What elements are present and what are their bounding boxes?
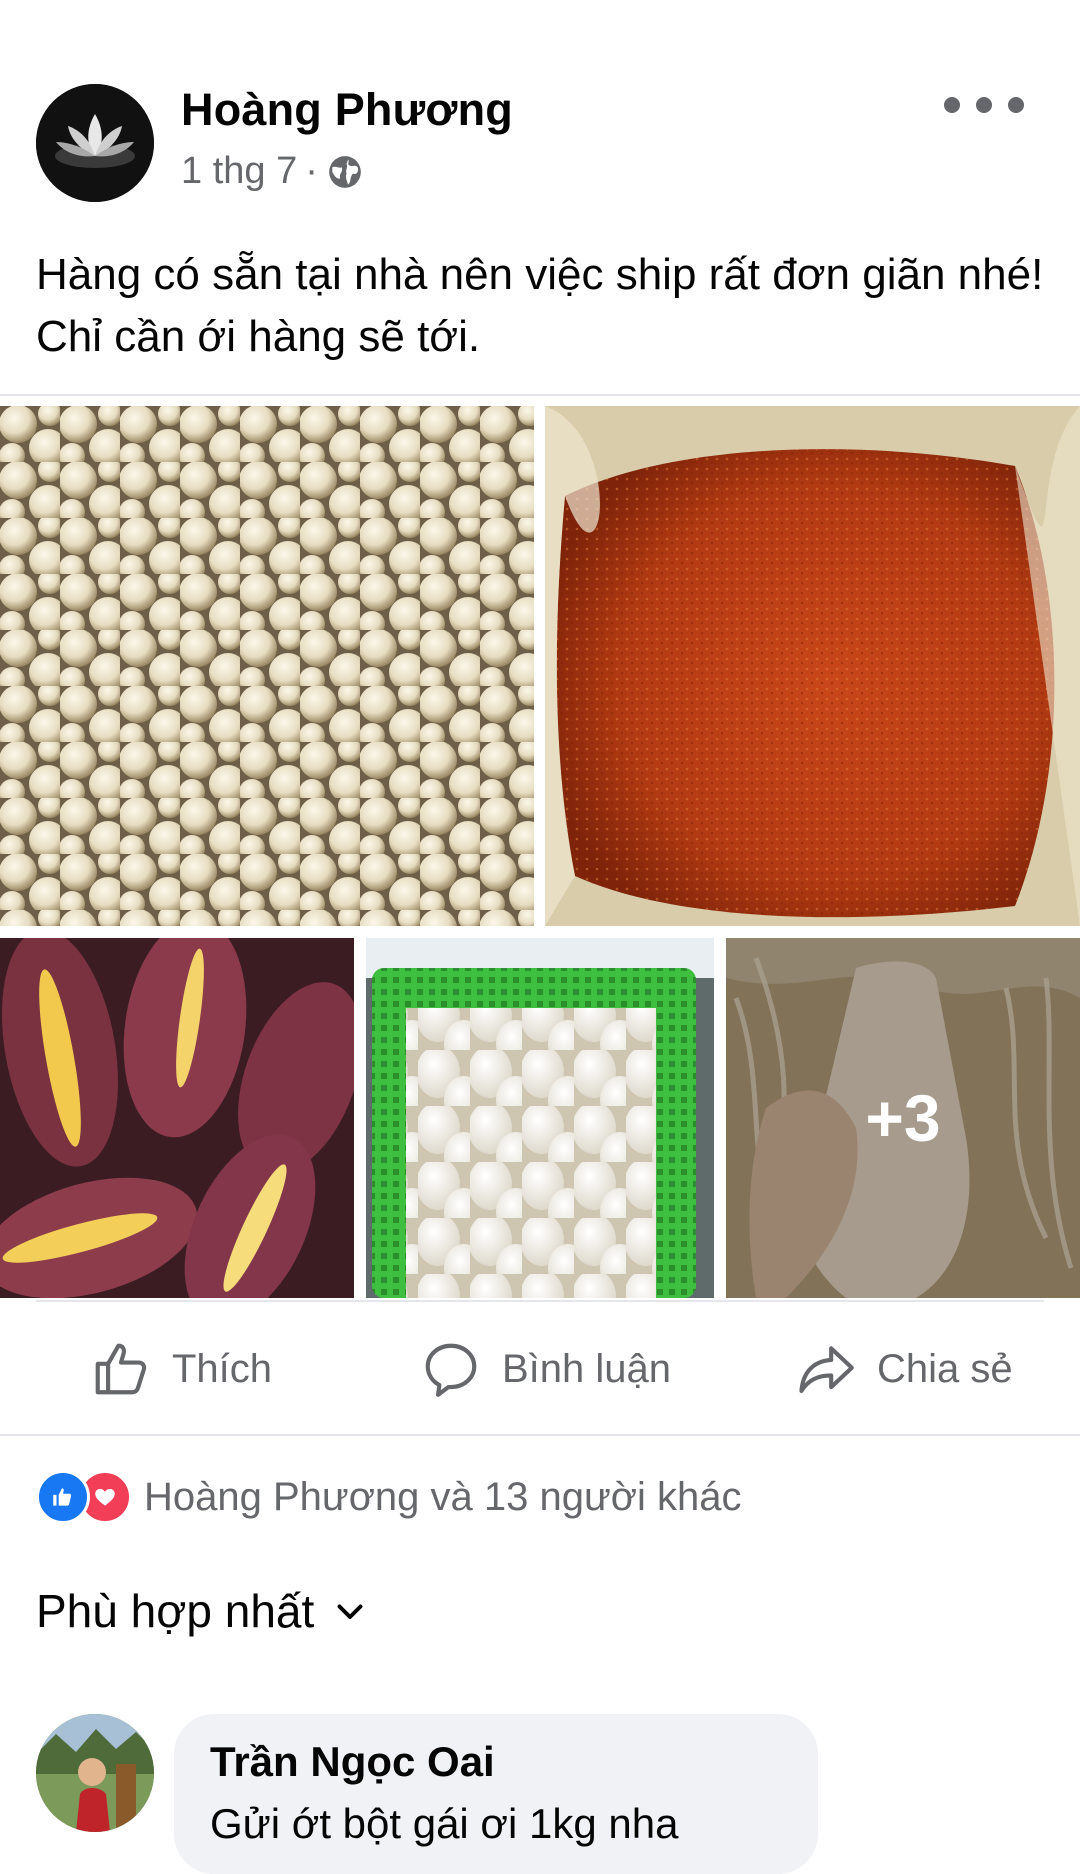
share-arrow-icon xyxy=(799,1346,854,1394)
photo-sweet-potatoes[interactable] xyxy=(0,938,354,1298)
reactions-text: Hoàng Phương và 13 người khác xyxy=(144,1474,742,1519)
commenter-avatar[interactable] xyxy=(36,1714,154,1832)
comment-sort-dropdown[interactable]: Phù hợp nhất xyxy=(36,1584,368,1638)
more-options-icon[interactable] xyxy=(944,90,1024,120)
post-meta: 1 thg 7 · xyxy=(181,150,364,193)
photo-dried-squid[interactable]: +3 xyxy=(726,938,1080,1298)
comment-text: Gửi ớt bột gái ơi 1kg nha xyxy=(210,1800,679,1847)
commenter-name[interactable]: Trần Ngọc Oai xyxy=(210,1738,495,1786)
share-label: Chia sẻ xyxy=(877,1346,1013,1391)
comment-button[interactable]: Bình luận xyxy=(420,1334,671,1404)
meta-dot: · xyxy=(305,150,318,192)
comment-bubble-icon xyxy=(425,1343,477,1397)
author-avatar[interactable] xyxy=(36,84,154,202)
reaction-icons xyxy=(36,1470,132,1524)
lotus-avatar-image xyxy=(36,84,154,202)
divider xyxy=(36,1300,1044,1302)
commenter-avatar-image xyxy=(36,1714,154,1832)
post-text: Hàng có sẵn tại nhà nên việc ship rất đơ… xyxy=(36,250,1044,361)
like-label: Thích xyxy=(172,1346,273,1391)
divider xyxy=(0,1434,1080,1436)
post-author-name[interactable]: Hoàng Phương xyxy=(181,84,513,136)
sort-label: Phù hợp nhất xyxy=(36,1585,315,1637)
post-date[interactable]: 1 thg 7 xyxy=(181,150,297,193)
globe-icon xyxy=(329,155,361,188)
divider xyxy=(0,394,1080,396)
thumbs-up-icon xyxy=(95,1343,147,1395)
photo-eggs[interactable] xyxy=(366,938,714,1298)
comment-label: Bình luận xyxy=(502,1346,672,1391)
more-photos-count[interactable]: +3 xyxy=(726,938,1080,1298)
chevron-down-icon xyxy=(337,1604,363,1619)
like-button[interactable]: Thích xyxy=(90,1334,272,1404)
photo-onions[interactable] xyxy=(0,406,534,926)
photo-chili-powder[interactable] xyxy=(545,406,1080,926)
share-button[interactable]: Chia sẻ xyxy=(795,1334,1013,1404)
reactions-summary[interactable]: Hoàng Phương và 13 người khác xyxy=(36,1470,742,1524)
like-reaction-icon xyxy=(36,1470,90,1524)
